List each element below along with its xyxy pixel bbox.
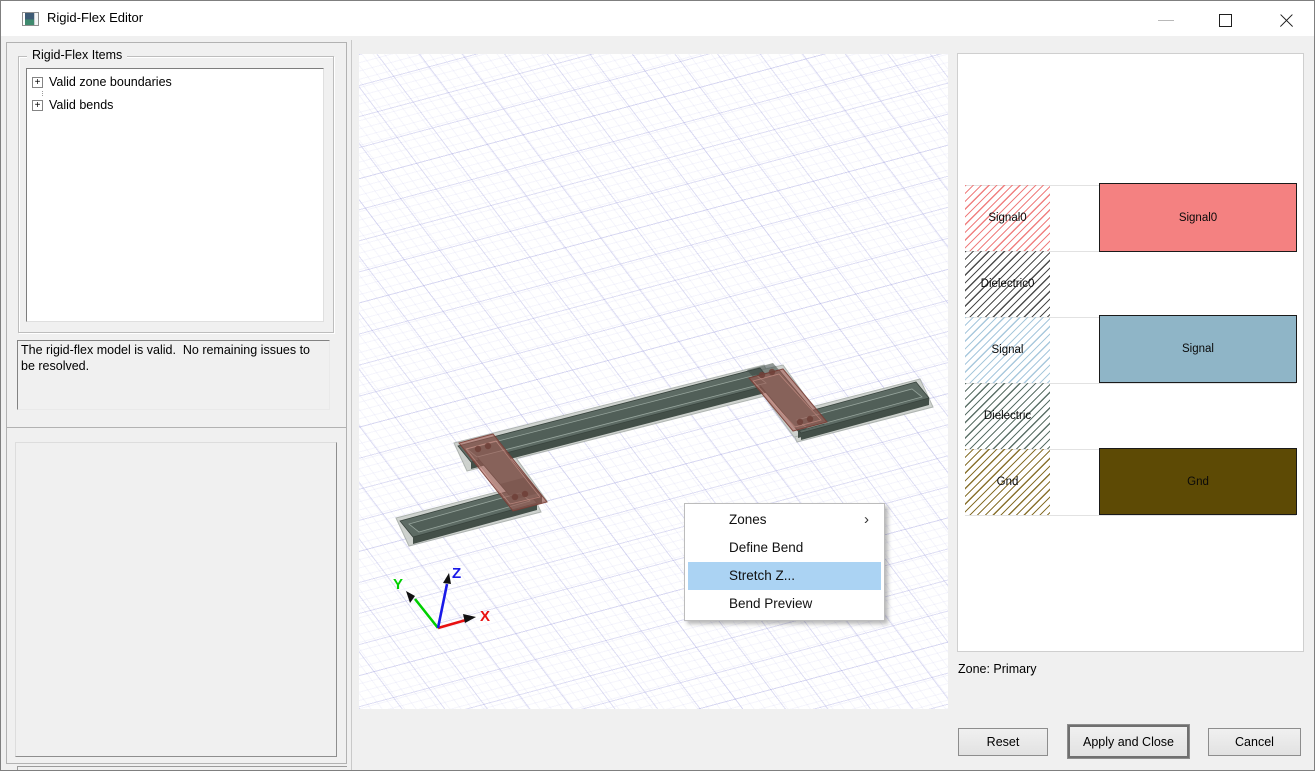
window-title: Rigid-Flex Editor [47,10,144,25]
tree-item-valid-zone-boundaries[interactable]: + Valid zone boundaries [32,73,323,91]
layer-hatch-dielectric: Dielectric [965,383,1050,449]
close-button[interactable] [1263,1,1309,36]
layer-name: Signal [1182,343,1214,355]
app-icon [22,12,39,26]
menu-item-label: Bend Preview [729,596,813,611]
menu-item-zones[interactable]: Zones › [688,506,881,534]
menu-item-label: Stretch Z... [729,568,796,583]
menu-item-define-bend[interactable]: Define Bend [688,534,881,562]
layer-name: Dielectric [983,410,1032,422]
maximize-icon [1219,14,1232,27]
layer-name: Signal0 [1178,211,1218,224]
bend-zone-right[interactable] [748,368,828,432]
layer-hatch-signal0: Signal0 [965,185,1050,251]
layer-name: Gnd [996,476,1019,488]
rigid-flex-items-groupbox: Rigid-Flex Items + Valid zone boundaries… [18,48,334,333]
reset-button[interactable]: Reset [958,728,1048,756]
minimize-button[interactable] [1143,1,1189,36]
axis-y-label: Y [393,576,403,593]
rigid-flex-items-tree[interactable]: + Valid zone boundaries + Valid bends [26,68,324,322]
layer-name: Gnd [1187,475,1209,488]
expand-plus-icon[interactable]: + [32,76,43,88]
titlebar: Rigid-Flex Editor [1,1,1314,36]
expand-plus-icon[interactable]: + [32,99,43,111]
layer-box-gnd: Gnd [1099,448,1297,515]
context-menu[interactable]: Zones › Define Bend Stretch Z... Bend Pr… [684,503,885,621]
groupbox-title: Rigid-Flex Items [27,48,128,62]
layer-name: Signal0 [988,212,1027,224]
stackup-row-divider [965,515,1296,516]
cancel-button[interactable]: Cancel [1208,728,1301,756]
validation-status-message: The rigid-flex model is valid. No remain… [17,340,330,410]
layer-name: Dielectric0 [980,278,1035,290]
menu-item-bend-preview[interactable]: Bend Preview [688,590,881,618]
axis-z-label: Z [452,565,461,582]
layer-hatch-signal: Signal [965,317,1050,383]
submenu-arrow-icon: › [864,511,869,528]
tree-item-valid-bends[interactable]: + Valid bends [32,96,323,114]
tree-item-label: Valid zone boundaries [49,75,172,89]
maximize-button[interactable] [1203,1,1249,36]
axis-triad [413,583,467,630]
zone-label: Zone: Primary [958,662,1037,676]
layer-stackup-panel: Signal0 Dielectric0 Signal Dielectric Gn… [957,53,1304,652]
left-bottom-empty-box [15,442,337,757]
minimize-icon [1158,20,1174,21]
tree-item-label: Valid bends [49,98,114,112]
rigid-flex-editor-window: Rigid-Flex Editor Rigid-Flex Items + Val… [0,0,1315,771]
layer-hatch-gnd: Gnd [965,449,1050,515]
left-panel-divider [351,40,352,770]
left-bottom-panel [6,427,347,764]
menu-item-stretch-z[interactable]: Stretch Z... [688,562,881,590]
layer-name: Signal [991,344,1024,356]
apply-and-close-button[interactable]: Apply and Close [1068,725,1189,758]
layer-hatch-dielectric0: Dielectric0 [965,251,1050,317]
layer-box-signal0: Signal0 [1099,183,1297,252]
menu-item-label: Define Bend [729,540,804,555]
rigid-flex-items-panel: Rigid-Flex Items + Valid zone boundaries… [6,42,347,428]
axis-x-label: X [480,608,490,625]
menu-item-label: Zones [729,512,767,527]
bottom-clipped-panel [17,766,347,770]
layer-box-signal: Signal [1099,315,1297,383]
